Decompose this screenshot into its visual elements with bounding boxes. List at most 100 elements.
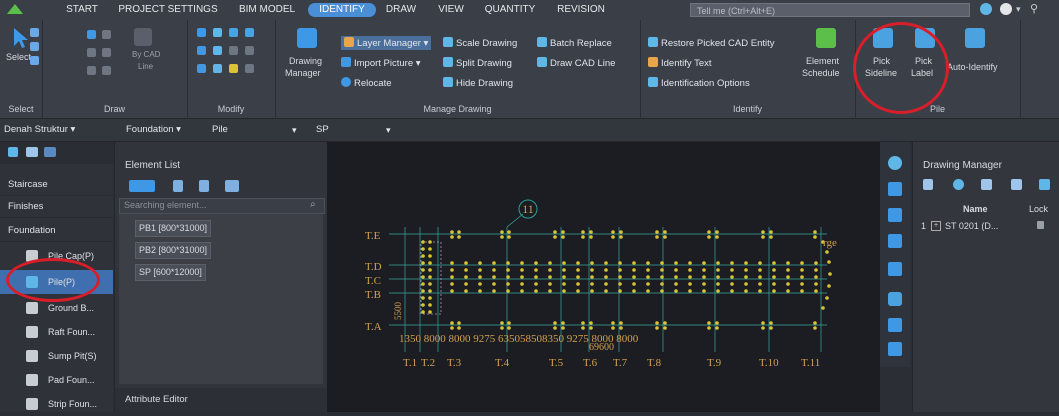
copy-icon[interactable] — [197, 28, 206, 37]
point-icon[interactable] — [87, 30, 96, 39]
category-select[interactable]: Foundation ▾ — [126, 123, 196, 137]
category-staircase[interactable]: Staircase — [0, 174, 113, 196]
import-picture-button[interactable]: Import Picture ▾ — [341, 57, 421, 69]
layers-icon[interactable] — [888, 292, 902, 306]
element-schedule-button[interactable]: Element Schedule — [802, 28, 852, 88]
floor-select[interactable]: Denah Struktur ▾ — [4, 123, 75, 137]
subtype-select-arrow[interactable]: ▾ — [386, 123, 391, 137]
pile-dot — [825, 250, 829, 254]
box-view-icon[interactable] — [888, 262, 902, 276]
copy-element-icon[interactable] — [173, 180, 183, 192]
expand-icon[interactable]: + — [931, 221, 941, 231]
delete-icon[interactable] — [245, 64, 254, 73]
display-settings-icon[interactable] — [888, 342, 902, 356]
rotate-icon[interactable] — [213, 46, 222, 55]
tree-item-pad-foundation[interactable]: Pad Foun... — [0, 368, 113, 392]
tab-view[interactable]: VIEW — [433, 3, 469, 17]
trim-icon[interactable] — [213, 28, 222, 37]
pick-mode-icon[interactable] — [30, 28, 39, 37]
layer-manager-button[interactable]: Layer Manager ▾ — [341, 36, 432, 50]
add-drawing-icon[interactable] — [923, 179, 933, 190]
arc-icon[interactable] — [87, 48, 96, 57]
table-row[interactable]: 1 + ST 0201 (D... — [913, 218, 1059, 234]
pile-dot — [507, 230, 511, 234]
array-icon[interactable] — [197, 64, 206, 73]
auto-identify-button[interactable]: Auto-Identify — [947, 28, 1011, 88]
section-icon[interactable] — [888, 318, 902, 332]
export-drawing-icon[interactable] — [1039, 179, 1050, 190]
tab-bim-model[interactable]: BIM MODEL — [233, 3, 301, 17]
pan-icon[interactable] — [888, 208, 902, 222]
replace-drawing-icon[interactable] — [981, 179, 992, 190]
layer-element-icon[interactable] — [225, 180, 239, 192]
zoom-window-icon[interactable] — [888, 234, 902, 248]
restore-picked-button[interactable]: Restore Picked CAD Entity — [648, 37, 775, 49]
batch-replace-button[interactable]: Batch Replace — [537, 37, 612, 49]
tab-revision[interactable]: REVISION — [550, 3, 612, 17]
new-element-icon[interactable] — [129, 180, 155, 192]
polyline-icon[interactable] — [102, 66, 111, 75]
tree-item-sump-pit[interactable]: Sump Pit(S) — [0, 344, 113, 368]
tree-item-raft-foundation[interactable]: Raft Foun... — [0, 320, 113, 344]
chevron-down-icon[interactable]: ▾ — [1016, 4, 1021, 15]
batch-select-icon[interactable] — [30, 56, 39, 65]
offset-icon[interactable] — [213, 64, 222, 73]
element-select-arrow[interactable]: ▾ — [292, 123, 297, 137]
settings-icon[interactable]: ⚲ — [1030, 2, 1038, 15]
warning-icon[interactable] — [229, 64, 238, 73]
scale-icon[interactable] — [229, 46, 238, 55]
line-label[interactable]: Line — [138, 62, 153, 71]
break-icon[interactable] — [245, 28, 254, 37]
move-icon[interactable] — [197, 46, 206, 55]
line-icon[interactable] — [102, 30, 111, 39]
view-3d-icon[interactable] — [888, 182, 902, 196]
subtype-select[interactable]: SP — [316, 123, 386, 137]
relocate-button[interactable]: Relocate — [341, 77, 392, 89]
element-search-input[interactable]: Searching element... ⌕ — [119, 198, 325, 214]
grid-draw-icon[interactable] — [102, 48, 111, 57]
user-icon[interactable] — [1000, 3, 1012, 15]
delete-element-icon[interactable] — [199, 180, 209, 192]
tab-quantity[interactable]: QUANTITY — [478, 3, 542, 17]
lock-icon[interactable] — [1037, 221, 1044, 229]
tab-project-settings[interactable]: PROJECT SETTINGS — [112, 3, 224, 17]
app-logo-icon[interactable] — [6, 2, 24, 16]
element-select[interactable]: Pile — [212, 123, 292, 137]
tab-start[interactable]: START — [60, 3, 104, 17]
orbit-icon[interactable] — [888, 156, 902, 170]
category-finishes[interactable]: Finishes — [0, 196, 113, 218]
list-item[interactable]: PB2 [800*31000] — [135, 242, 212, 259]
list-view-icon[interactable] — [26, 147, 38, 157]
scale-drawing-button[interactable]: Scale Drawing — [443, 37, 517, 49]
drawing-manager-button[interactable]: Drawing Manager — [285, 28, 329, 88]
hide-drawing-button[interactable]: Hide Drawing — [443, 77, 513, 89]
rect-icon[interactable] — [87, 66, 96, 75]
extend-icon[interactable] — [229, 28, 238, 37]
draw-group: By CAD Line Draw — [42, 20, 188, 118]
tree-view-icon[interactable] — [44, 147, 56, 157]
tab-identify[interactable]: IDENTIFY — [308, 3, 376, 17]
mirror-icon[interactable] — [245, 46, 254, 55]
split-drawing-button[interactable]: Split Drawing — [443, 57, 512, 69]
tab-draw[interactable]: DRAW — [382, 3, 420, 17]
pile-dot — [492, 275, 496, 279]
pile-dot — [464, 282, 468, 286]
draw-cad-line-button[interactable]: Draw CAD Line — [537, 57, 615, 69]
category-foundation[interactable]: Foundation — [0, 220, 113, 242]
identification-options-button[interactable]: Identification Options — [648, 77, 750, 89]
by-cad-icon[interactable] — [134, 28, 152, 46]
tell-me-input[interactable]: Tell me (Ctrl+Alt+E) — [690, 3, 970, 17]
drawing-canvas[interactable]: 11 T.E T.D T.C T.B T.A 5500 1350 8000 80… — [327, 142, 880, 412]
tree-item-strip-foundation[interactable]: Strip Foun... — [0, 392, 113, 416]
pick-filter-icon[interactable] — [30, 42, 39, 51]
pin-icon[interactable] — [8, 147, 18, 157]
search-icon[interactable]: ⌕ — [310, 199, 316, 210]
pile-dot — [450, 230, 454, 234]
list-item[interactable]: PB1 [800*31000] — [135, 220, 212, 237]
locate-icon[interactable] — [953, 179, 964, 190]
help-icon[interactable] — [980, 3, 992, 15]
by-cad-label[interactable]: By CAD — [132, 50, 160, 59]
identify-text-button[interactable]: Identify Text — [648, 57, 712, 69]
list-item[interactable]: SP [600*12000] — [135, 264, 206, 281]
split-icon[interactable] — [1011, 179, 1022, 190]
